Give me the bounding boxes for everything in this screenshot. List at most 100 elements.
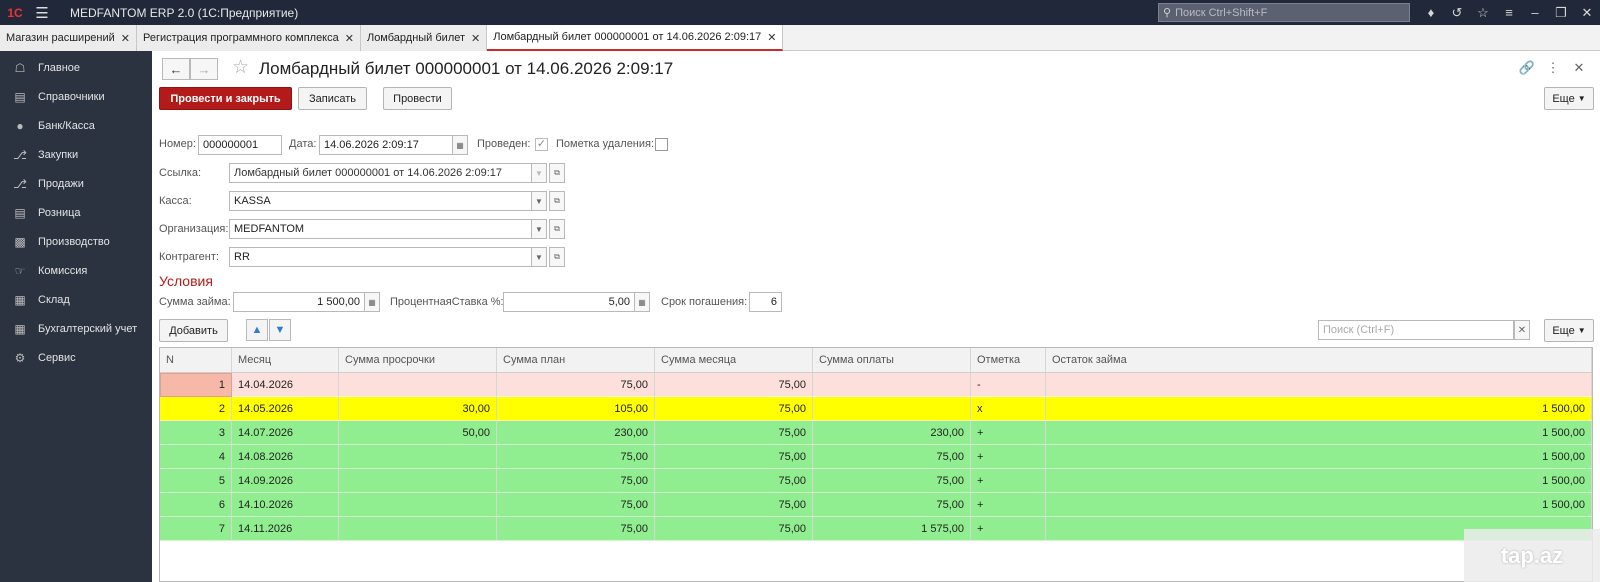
cell-n[interactable]: 2 [160, 397, 232, 421]
cell-monthly[interactable]: 75,00 [655, 397, 813, 421]
add-row-button[interactable]: Добавить [159, 319, 228, 342]
cell-month[interactable]: 14.10.2026 [232, 493, 339, 517]
close-icon[interactable]: ✕ [471, 32, 480, 45]
sidebar-item-main[interactable]: ☖ Главное [0, 53, 152, 82]
clear-search-icon[interactable]: ✕ [1514, 320, 1530, 340]
cell-monthly[interactable]: 75,00 [655, 421, 813, 445]
cell-n[interactable]: 5 [160, 469, 232, 493]
chevron-down-icon[interactable]: ▼ [531, 247, 547, 267]
cell-paid[interactable]: 75,00 [813, 445, 971, 469]
menu-lines-icon[interactable]: ≡ [1496, 5, 1522, 20]
history-icon[interactable]: ↺ [1444, 5, 1470, 21]
favorite-star-icon[interactable]: ☆ [232, 56, 249, 79]
more-vertical-icon[interactable]: ⋮ [1540, 60, 1566, 76]
counterparty-field[interactable]: RR [229, 247, 532, 267]
cell-month[interactable]: 14.11.2026 [232, 517, 339, 541]
cell-month[interactable]: 14.07.2026 [232, 421, 339, 445]
sidebar-item-retail[interactable]: ▤ Розница [0, 198, 152, 227]
calculator-icon[interactable]: ▦ [364, 292, 380, 312]
column-header-balance[interactable]: Остаток займа [1046, 348, 1592, 372]
main-menu-icon[interactable]: ☰ [30, 0, 54, 25]
sidebar-item-production[interactable]: ▩ Производство [0, 227, 152, 256]
cell-paid[interactable] [813, 397, 971, 421]
cell-n[interactable]: 3 [160, 421, 232, 445]
table-search-input[interactable]: Поиск (Ctrl+F) [1318, 320, 1514, 340]
table-row[interactable]: 3 14.07.2026 50,00 230,00 75,00 230,00 +… [160, 421, 1592, 445]
cell-overdue[interactable] [339, 493, 497, 517]
global-search-input[interactable]: ⚲ Поиск Ctrl+Shift+F [1158, 3, 1410, 22]
table-row[interactable]: 5 14.09.2026 75,00 75,00 75,00 + 1 500,0… [160, 469, 1592, 493]
sidebar-item-catalogs[interactable]: ▤ Справочники [0, 82, 152, 111]
cell-balance[interactable]: 1 500,00 [1046, 397, 1592, 421]
table-row[interactable]: 6 14.10.2026 75,00 75,00 75,00 + 1 500,0… [160, 493, 1592, 517]
table-row[interactable]: 7 14.11.2026 75,00 75,00 1 575,00 + [160, 517, 1592, 541]
post-and-close-button[interactable]: Провести и закрыть [159, 87, 292, 110]
restore-icon[interactable]: ❐ [1548, 5, 1574, 21]
cell-plan[interactable]: 75,00 [497, 517, 655, 541]
link-field[interactable]: Ломбардный билет 000000001 от 14.06.2026… [229, 163, 532, 183]
open-icon[interactable]: ⧉ [549, 219, 565, 239]
cell-plan[interactable]: 75,00 [497, 469, 655, 493]
cell-plan[interactable]: 230,00 [497, 421, 655, 445]
cell-balance[interactable]: 1 500,00 [1046, 445, 1592, 469]
cell-mark[interactable]: + [971, 445, 1046, 469]
post-button[interactable]: Провести [383, 87, 452, 110]
cell-month[interactable]: 14.09.2026 [232, 469, 339, 493]
cell-balance[interactable] [1046, 373, 1592, 397]
cell-monthly[interactable]: 75,00 [655, 493, 813, 517]
chevron-down-icon[interactable]: ▼ [531, 219, 547, 239]
column-header-monthly[interactable]: Сумма месяца [655, 348, 813, 372]
move-up-button[interactable]: ▲ [246, 319, 268, 341]
chevron-down-icon[interactable]: ▼ [531, 163, 547, 183]
sidebar-item-accounting[interactable]: ▦ Бухгалтерский учет [0, 314, 152, 343]
column-header-month[interactable]: Месяц [232, 348, 339, 372]
minimize-icon[interactable]: – [1522, 5, 1548, 20]
cell-plan[interactable]: 75,00 [497, 445, 655, 469]
close-icon[interactable]: ✕ [121, 32, 130, 45]
cell-n[interactable]: 1 [160, 373, 232, 397]
sidebar-item-sales[interactable]: ⎇ Продажи [0, 169, 152, 198]
cell-paid[interactable]: 75,00 [813, 493, 971, 517]
column-header-plan[interactable]: Сумма план [497, 348, 655, 372]
close-icon[interactable]: ✕ [767, 31, 776, 44]
cell-plan[interactable]: 105,00 [497, 397, 655, 421]
tab-registration[interactable]: Регистрация программного комплекса ✕ [137, 25, 361, 51]
sidebar-item-bank-cash[interactable]: ● Банк/Касса [0, 111, 152, 140]
cell-n[interactable]: 4 [160, 445, 232, 469]
table-row[interactable]: 4 14.08.2026 75,00 75,00 75,00 + 1 500,0… [160, 445, 1592, 469]
cell-mark[interactable]: x [971, 397, 1046, 421]
save-button[interactable]: Записать [298, 87, 367, 110]
sidebar-item-service[interactable]: ⚙ Сервис [0, 343, 152, 372]
chevron-down-icon[interactable]: ▼ [531, 191, 547, 211]
cell-balance[interactable]: 1 500,00 [1046, 421, 1592, 445]
deletion-mark-checkbox[interactable] [655, 138, 668, 151]
cell-mark[interactable]: + [971, 493, 1046, 517]
star-icon[interactable]: ☆ [1470, 5, 1496, 21]
cell-mark[interactable]: - [971, 373, 1046, 397]
cell-mark[interactable]: + [971, 469, 1046, 493]
close-icon[interactable]: ✕ [1566, 60, 1592, 76]
back-button[interactable]: ← [162, 58, 190, 80]
table-row[interactable]: 1 14.04.2026 75,00 75,00 - [160, 373, 1592, 397]
cash-field[interactable]: KASSA [229, 191, 532, 211]
sidebar-item-warehouse[interactable]: ▦ Склад [0, 285, 152, 314]
cell-month[interactable]: 14.04.2026 [232, 373, 339, 397]
column-header-n[interactable]: N [160, 348, 232, 372]
close-icon[interactable]: ✕ [1574, 5, 1600, 21]
loan-amount-field[interactable]: 1 500,00 [233, 292, 365, 312]
open-icon[interactable]: ⧉ [549, 247, 565, 267]
cell-paid[interactable]: 230,00 [813, 421, 971, 445]
cell-month[interactable]: 14.08.2026 [232, 445, 339, 469]
cell-mark[interactable]: + [971, 421, 1046, 445]
cell-mark[interactable]: + [971, 517, 1046, 541]
cell-paid[interactable]: 1 575,00 [813, 517, 971, 541]
cell-overdue[interactable]: 50,00 [339, 421, 497, 445]
date-field[interactable]: 14.06.2026 2:09:17 [319, 135, 454, 155]
cell-n[interactable]: 6 [160, 493, 232, 517]
cell-overdue[interactable] [339, 469, 497, 493]
cell-plan[interactable]: 75,00 [497, 493, 655, 517]
more-button[interactable]: Еще ▼ [1544, 87, 1594, 110]
table-row[interactable]: 2 14.05.2026 30,00 105,00 75,00 x 1 500,… [160, 397, 1592, 421]
column-header-overdue[interactable]: Сумма просрочки [339, 348, 497, 372]
open-icon[interactable]: ⧉ [549, 163, 565, 183]
